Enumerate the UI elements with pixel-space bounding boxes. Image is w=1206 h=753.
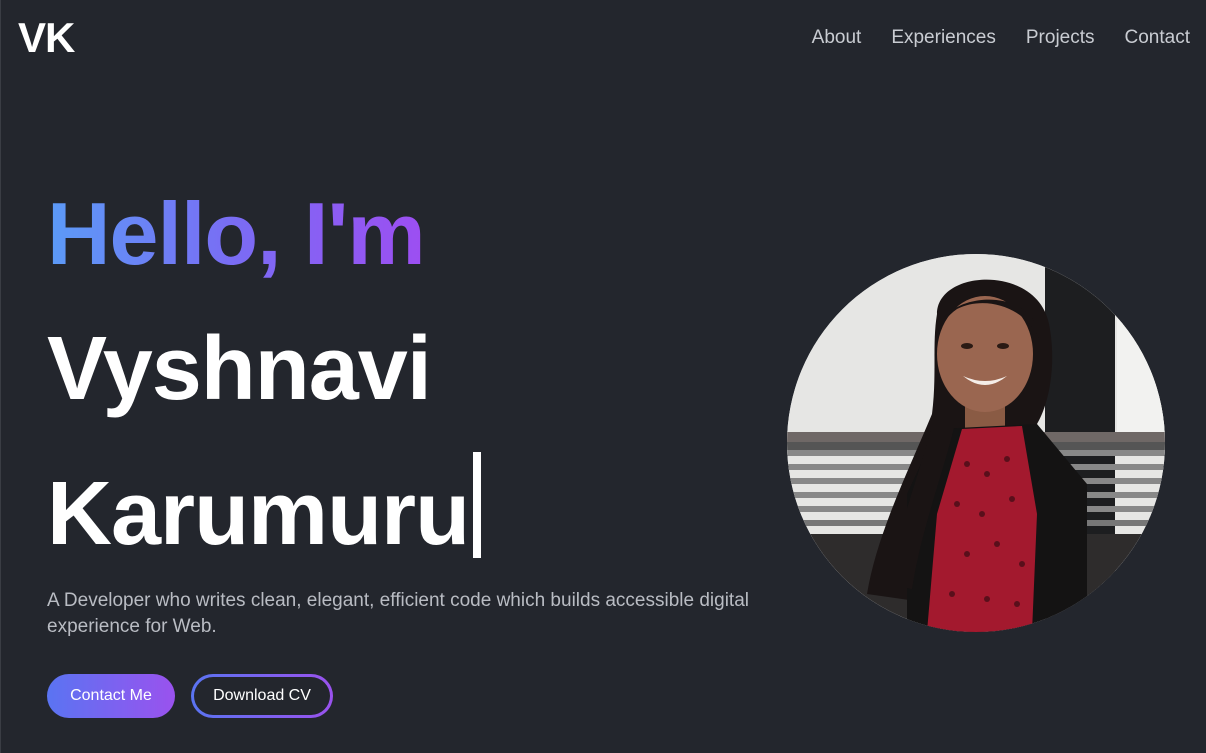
profile-photo (787, 254, 1165, 632)
download-cv-button[interactable]: Download CV (191, 674, 333, 718)
hero-first-name: Vyshnavi (47, 319, 432, 419)
nav-link-experiences[interactable]: Experiences (891, 27, 996, 49)
hero-greeting: Hello, I'm (47, 184, 426, 283)
nav-link-projects[interactable]: Projects (1026, 27, 1095, 49)
portfolio-page: VK About Experiences Projects Contact He… (0, 0, 1206, 753)
first-name-text: Vyshnavi (47, 319, 432, 419)
contact-me-button[interactable]: Contact Me (47, 674, 175, 718)
nav-link-about[interactable]: About (812, 27, 862, 49)
nav-link-contact[interactable]: Contact (1125, 27, 1190, 49)
last-name-text: Karumuru (47, 464, 470, 564)
typing-cursor (473, 452, 482, 558)
profile-photo-illustration (787, 254, 1165, 632)
hero-last-name: Karumuru (47, 452, 482, 564)
hero-actions: Contact Me Download CV (47, 674, 333, 718)
hero-tagline: A Developer who writes clean, elegant, e… (47, 590, 749, 637)
main-nav: About Experiences Projects Contact (812, 27, 1190, 49)
site-logo[interactable]: VK (18, 14, 75, 62)
